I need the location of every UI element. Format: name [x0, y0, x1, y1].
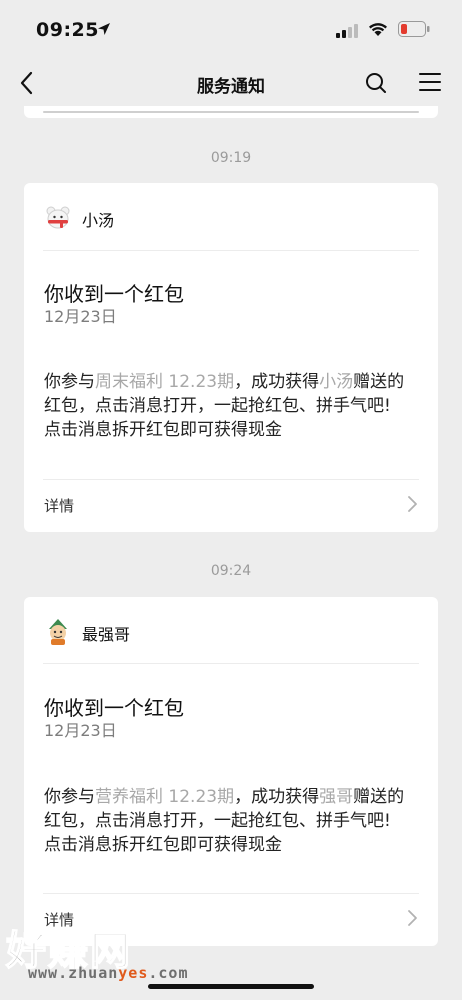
watermark-url-b: yes	[118, 964, 149, 982]
card-body: 你参与营养福利 12.23期，成功获得强哥赠送的红包，点击消息打开，一起抢红包、…	[44, 785, 416, 857]
location-arrow-icon	[98, 23, 110, 35]
wifi-icon	[369, 23, 387, 36]
home-indicator[interactable]	[148, 984, 314, 989]
giver-name: 小汤	[319, 372, 354, 392]
notification-card[interactable]: 最强哥 你收到一个红包 12月23日 你参与营养福利 12.23期，成功获得强哥…	[24, 597, 438, 946]
cartoon-character-avatar	[49, 619, 67, 645]
activity-name: 营养福利 12.23期	[95, 787, 235, 807]
details-link[interactable]: 详情	[44, 493, 418, 517]
watermark-url-c: .com	[148, 964, 189, 982]
divider	[43, 663, 419, 664]
card-header: 小汤	[44, 203, 418, 231]
hamburger-menu-icon[interactable]	[419, 72, 441, 92]
divider	[43, 893, 419, 894]
divider	[43, 479, 419, 480]
body-text: ，成功获得	[234, 372, 320, 392]
card-body: 你参与周末福利 12.23期，成功获得小汤赠送的红包，点击消息打开，一起抢红包、…	[44, 370, 416, 442]
body-instruction: 点击消息拆开红包即可获得现金	[44, 420, 282, 440]
details-label: 详情	[44, 497, 75, 515]
divider	[43, 250, 419, 251]
status-bar: 09:25	[0, 0, 462, 60]
previous-card-edge	[24, 106, 438, 118]
watermark-url-a: www.zhuan	[28, 964, 119, 982]
chevron-right-icon	[408, 910, 417, 926]
cellular-signal-icon	[336, 24, 358, 38]
search-icon[interactable]	[364, 71, 388, 95]
card-date: 12月23日	[44, 307, 117, 326]
body-instruction: 点击消息拆开红包即可获得现金	[44, 835, 282, 855]
chevron-right-icon	[408, 496, 417, 512]
body-text: 你参与	[44, 787, 95, 807]
message-timestamp: 09:19	[210, 150, 252, 166]
activity-name: 周末福利 12.23期	[95, 372, 235, 392]
battery-icon	[398, 21, 430, 37]
status-time: 09:25	[36, 19, 99, 41]
watermark-url: www.zhuanyes.com	[28, 964, 189, 982]
card-date: 12月23日	[44, 721, 117, 740]
body-text: ，成功获得	[234, 787, 320, 807]
nav-bar: 服务通知	[0, 60, 462, 106]
giver-name: 强哥	[319, 787, 354, 807]
site-watermark: 好赚网 www.zhuanyes.com	[5, 918, 196, 990]
card-header: 最强哥	[44, 617, 418, 645]
polar-bear-avatar	[46, 206, 70, 229]
message-timestamp: 09:24	[210, 563, 252, 579]
page-title: 服务通知	[197, 77, 265, 97]
sender-name: 最强哥	[82, 625, 131, 644]
sender-name: 小汤	[82, 211, 115, 230]
body-text: 你参与	[44, 372, 95, 392]
notification-card[interactable]: 小汤 你收到一个红包 12月23日 你参与周末福利 12.23期，成功获得小汤赠…	[24, 183, 438, 532]
